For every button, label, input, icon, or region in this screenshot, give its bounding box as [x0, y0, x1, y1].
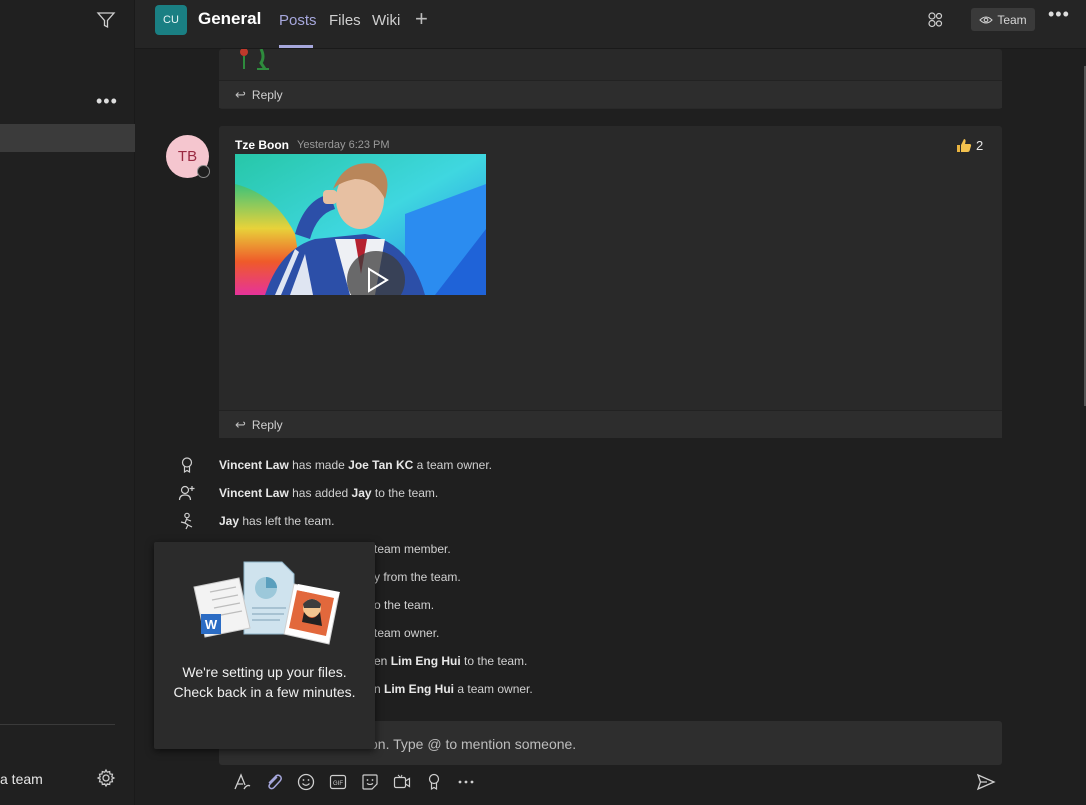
thumbs-up-icon — [957, 139, 972, 152]
message-author[interactable]: Tze Boon — [235, 138, 289, 152]
award-icon — [181, 457, 193, 474]
activity-item: Vincent Law has made Joe Tan KC a team o… — [219, 458, 493, 472]
person-leave-icon — [180, 512, 193, 530]
more-options-icon[interactable]: ••• — [96, 92, 117, 110]
channel-header: CU General Posts Files Wiki + Team ••• — [135, 0, 1086, 49]
files-setup-submessage: Check back in a few minutes. — [173, 684, 356, 700]
activity-item: Jay has left the team. — [219, 514, 335, 528]
teams-panel: ••• a team — [0, 0, 135, 805]
reply-label: Reply — [251, 417, 283, 432]
gif-icon[interactable]: GIF — [328, 772, 348, 792]
meet-now-icon[interactable] — [392, 772, 412, 792]
more-options-icon[interactable]: ••• — [1048, 5, 1070, 23]
praise-icon[interactable] — [424, 772, 444, 792]
gear-icon[interactable] — [96, 768, 116, 788]
svg-text:GIF: GIF — [333, 781, 343, 787]
reply-button[interactable]: ↩ Reply — [219, 80, 1002, 108]
reaction-badge[interactable]: 2 — [956, 138, 983, 153]
files-setup-message: We're setting up your files. — [182, 664, 347, 680]
add-person-icon — [178, 485, 195, 501]
send-icon[interactable] — [976, 772, 996, 792]
attach-icon[interactable] — [264, 772, 284, 792]
compose-placeholder: on. Type @ to mention someone. — [370, 736, 577, 752]
add-tab-button[interactable]: + — [415, 8, 428, 30]
activity-item: n Lim Eng Hui a team owner. — [374, 682, 533, 696]
reply-arrow-icon: ↩ — [235, 86, 246, 102]
sidebar-divider — [0, 724, 115, 725]
reply-arrow-icon: ↩ — [235, 416, 246, 432]
activity-item: y from the team. — [374, 570, 461, 584]
channel-title: General — [198, 9, 262, 28]
play-button[interactable] — [347, 251, 405, 295]
activity-item: team member. — [374, 542, 451, 556]
message-card: Tze Boon Yesterday 6:23 PM 2 ↩ Reply — [219, 126, 1002, 438]
team-button[interactable]: Team — [971, 8, 1035, 31]
activity-item: team owner. — [374, 626, 440, 640]
team-button-label: Team — [997, 12, 1027, 27]
rose-sticker — [240, 49, 269, 70]
eye-icon — [979, 15, 994, 24]
more-options-icon[interactable] — [456, 772, 476, 792]
reaction-count: 2 — [976, 138, 984, 153]
tab-wiki[interactable]: Wiki — [372, 12, 400, 29]
format-icon[interactable] — [232, 772, 252, 792]
sticker-icon[interactable] — [360, 772, 380, 792]
files-illustration: W — [193, 561, 340, 645]
join-team-link[interactable]: a team — [0, 771, 43, 787]
selected-channel-item[interactable] — [0, 124, 135, 152]
play-icon — [368, 267, 389, 293]
team-members-icon[interactable] — [925, 11, 945, 29]
video-thumbnail[interactable] — [235, 154, 486, 295]
activity-item: en Lim Eng Hui to the team. — [374, 654, 528, 668]
tab-posts[interactable]: Posts — [279, 12, 317, 29]
svg-text:W: W — [205, 617, 218, 632]
presence-status-icon — [197, 165, 210, 178]
reply-button[interactable]: ↩ Reply — [219, 410, 1002, 438]
reply-label: Reply — [251, 87, 283, 102]
message-card: ↩ Reply — [219, 49, 1002, 109]
emoji-icon[interactable] — [296, 772, 316, 792]
team-avatar: CU — [155, 5, 187, 35]
filter-icon[interactable] — [96, 10, 116, 30]
activity-item: o the team. — [374, 598, 435, 612]
activity-item: Vincent Law has added Jay to the team. — [219, 486, 439, 500]
tab-files[interactable]: Files — [329, 12, 361, 29]
files-setup-popup: W We're setting up your files. Check bac… — [154, 542, 375, 749]
active-tab-indicator — [279, 45, 313, 48]
message-timestamp: Yesterday 6:23 PM — [297, 139, 390, 151]
